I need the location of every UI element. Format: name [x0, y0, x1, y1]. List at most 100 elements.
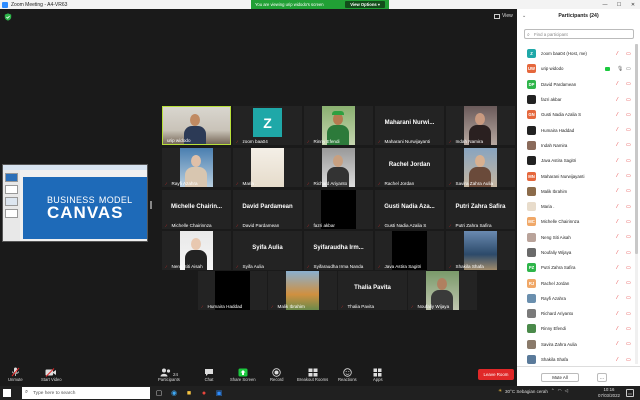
mic-muted-icon[interactable]: ⁄ — [617, 234, 618, 240]
start-video-button[interactable]: Start Video — [41, 367, 62, 382]
video-tile[interactable]: Rachel Jordan ⁄ Rachel Jordan — [375, 148, 444, 187]
video-tile[interactable]: ⁄ fazri akbar — [304, 190, 373, 229]
video-off-icon[interactable]: ▭ — [626, 51, 631, 57]
tray-arrow-icon[interactable]: ⌃ — [551, 388, 555, 394]
weather-icon[interactable]: ☀ — [498, 388, 502, 394]
participant-row[interactable]: Malik Ibrahim ⁄ ▭ — [517, 184, 635, 199]
mic-muted-icon[interactable]: ⁄ — [617, 357, 618, 363]
video-off-icon[interactable]: ▭ — [626, 188, 631, 194]
participant-row[interactable]: RJ Rachel Jordan ⁄ ▭ — [517, 275, 635, 290]
mic-muted-icon[interactable]: ⁄ — [617, 112, 618, 118]
video-tile[interactable]: Thalia Pavita ⁄ Thalia Pavita — [338, 271, 407, 310]
video-off-icon[interactable]: ▭ — [626, 341, 631, 347]
mic-muted-icon[interactable]: ⁄ — [617, 158, 618, 164]
video-tile[interactable]: ⁄ Humaira Haddad — [198, 271, 267, 310]
mic-muted-icon[interactable]: ⁄ — [617, 341, 618, 347]
video-off-icon[interactable]: ▭ — [626, 357, 631, 363]
video-off-icon[interactable]: ▭ — [626, 265, 631, 271]
participant-row[interactable]: MN Maharani Nurwijayanti ⁄ ▭ — [517, 168, 635, 183]
mute-all-button[interactable]: Mute All — [541, 373, 579, 382]
mic-muted-icon[interactable]: ⁄ — [617, 295, 618, 301]
participant-search-input[interactable]: ⌕ Find a participant — [524, 29, 634, 39]
video-off-icon[interactable]: ▭ — [626, 142, 631, 148]
participant-row[interactable]: MC Michelle Chairinnza ⁄ ▭ — [517, 214, 635, 229]
video-off-icon[interactable]: ▭ — [626, 204, 631, 210]
participant-row[interactable]: Noufaliy Wijaya ⁄ ▭ — [517, 245, 635, 260]
video-tile[interactable]: ⁄ Java Astira Sagitri — [375, 231, 444, 270]
view-options-button[interactable]: View Options ▾ — [345, 1, 385, 8]
participant-row[interactable]: Java Astira Sagitri ⁄ ▭ — [517, 153, 635, 168]
video-tile[interactable]: ⁄ Shakila Shafa — [446, 231, 515, 270]
video-tile[interactable]: ⁄ Noufaliy Wijaya — [408, 271, 477, 310]
participant-row[interactable]: Richard Ariyanto ⁄ ▭ — [517, 306, 635, 321]
participant-row[interactable]: Neng Siti Aisah ⁄ ▭ — [517, 230, 635, 245]
video-tile[interactable]: ⁄ Indah Namira — [446, 106, 515, 145]
mic-muted-icon[interactable]: ⁄ — [617, 51, 618, 57]
mic-muted-icon[interactable]: ⁄ — [617, 204, 618, 210]
video-tile[interactable]: Gusti Nadia Aza... ⁄ Gusti Nadia Azalia S — [375, 190, 444, 229]
video-tile[interactable]: ⁄ Neng Siti Aisah — [162, 231, 231, 270]
video-tile[interactable]: Z ⁄ zoom baa04 — [233, 106, 302, 145]
more-options-button[interactable]: ... — [597, 373, 607, 382]
mic-muted-icon[interactable]: ⁄ — [617, 311, 618, 317]
video-off-icon[interactable]: ▭ — [626, 173, 631, 179]
windows-start-button[interactable] — [3, 389, 11, 397]
video-off-icon[interactable]: ▭ — [626, 311, 631, 317]
video-off-icon[interactable]: ▭ — [626, 234, 631, 240]
wifi-icon[interactable]: ◠ — [558, 388, 562, 394]
volume-icon[interactable]: ◁ — [565, 388, 568, 394]
clock[interactable]: 10:16 07/03/2022 — [598, 387, 620, 399]
participant-row[interactable]: Rinny Efendi ⁄ ▭ — [517, 321, 635, 336]
participant-row[interactable]: Shakila Shafa ⁄ ▭ — [517, 352, 635, 367]
video-off-icon[interactable]: ▭ — [626, 112, 631, 118]
video-tile[interactable]: ⁄ Richard Ariyanto — [304, 148, 373, 187]
video-tile[interactable]: Michelle Chairin... ⁄ Michelle Chairinnza — [162, 190, 231, 229]
video-off-icon[interactable]: ▭ — [626, 280, 631, 286]
mic-muted-icon[interactable]: ⁄ — [617, 173, 618, 179]
mic-muted-icon[interactable]: ⁄ — [617, 127, 618, 133]
participant-row[interactable]: Zzoom baa04 (Host, me) ⁄ ▭ — [517, 46, 635, 61]
chrome-icon[interactable]: ● — [199, 388, 209, 398]
mic-icon[interactable]: 🎙 — [617, 66, 623, 72]
record-button[interactable]: Record — [270, 367, 284, 382]
participant-list-scrollbar[interactable] — [635, 44, 638, 364]
video-tile[interactable]: ⁄ Savira Zahra Aulia — [446, 148, 515, 187]
weather-text[interactable]: 30°C Sebagian cerah — [505, 389, 548, 394]
participant-row[interactable]: Humaira Haddad ⁄ ▭ — [517, 122, 635, 137]
video-off-icon[interactable]: ▭ — [626, 158, 631, 164]
leave-room-button[interactable]: Leave Room — [478, 369, 514, 380]
maximize-button[interactable]: ☐ — [612, 2, 626, 8]
participant-row[interactable]: PZ Putri Zahra Safira ⁄ ▭ — [517, 260, 635, 275]
video-tile[interactable]: Maharani Nurwi... ⁄ Maharani Nurwijayanti — [375, 106, 444, 145]
shield-icon[interactable] — [4, 13, 12, 21]
video-off-icon[interactable]: ▭ — [626, 127, 631, 133]
participant-row[interactable]: Savira Zahra Aulia ⁄ ▭ — [517, 337, 635, 352]
close-button[interactable]: ✕ — [626, 2, 640, 8]
video-off-icon[interactable]: ▭ — [626, 295, 631, 301]
mic-muted-icon[interactable]: ⁄ — [617, 188, 618, 194]
unmute-button[interactable]: Unmute — [8, 367, 23, 382]
file-explorer-icon[interactable]: ■ — [184, 388, 194, 398]
breakout-rooms-button[interactable]: Breakout Rooms — [297, 367, 328, 382]
task-view-icon[interactable]: ▢ — [154, 388, 164, 398]
video-tile[interactable]: Syifa Aulia ⁄ Syifa Aulia — [233, 231, 302, 270]
taskbar-search-input[interactable]: ⌕ Type here to search — [22, 387, 150, 399]
video-off-icon[interactable]: ▭ — [626, 326, 631, 332]
participants-button[interactable]: 24 Participants — [158, 367, 180, 382]
video-tile[interactable]: ⁄ Malik Ibrahim — [268, 271, 337, 310]
zoom-taskbar-icon[interactable]: ▣ — [214, 388, 224, 398]
video-tile[interactable]: ⁄ Rinny Efendi — [304, 106, 373, 145]
split-handle[interactable] — [150, 201, 152, 209]
mic-muted-icon[interactable]: ⁄ — [617, 250, 618, 256]
edge-icon[interactable]: ◉ — [169, 388, 179, 398]
video-tile[interactable]: Putri Zahra Safira ⁄ Putri Zahra Safira — [446, 190, 515, 229]
participant-row[interactable]: DP David Pardamean ⁄ ▭ — [517, 77, 635, 92]
mic-muted-icon[interactable]: ⁄ — [617, 219, 618, 225]
video-off-icon[interactable]: ▭ — [626, 219, 631, 225]
video-tile[interactable]: ⁄ Rayfi Azahra — [162, 148, 231, 187]
scrollbar-thumb[interactable] — [635, 44, 638, 254]
chat-button[interactable]: Chat — [204, 367, 214, 382]
notification-icon[interactable]: ▭ — [626, 389, 634, 397]
mic-muted-icon[interactable]: ⁄ — [617, 81, 618, 87]
video-tile[interactable]: ⁄ Maria . — [233, 148, 302, 187]
